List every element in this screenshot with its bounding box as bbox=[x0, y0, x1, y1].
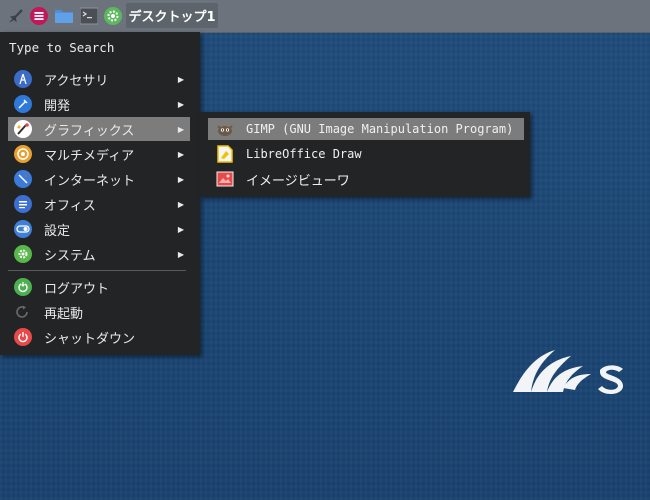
system-icon bbox=[14, 245, 32, 263]
menu-item-label: 再起動 bbox=[44, 306, 84, 322]
submenu-item-image-viewer[interactable]: イメージビューワ bbox=[208, 168, 524, 190]
menu-item-multimedia[interactable]: マルチメディア ▶ bbox=[8, 142, 190, 166]
internet-icon bbox=[14, 170, 32, 188]
menu-item-internet[interactable]: インターネット ▶ bbox=[8, 167, 190, 191]
image-viewer-icon bbox=[216, 170, 234, 188]
office-icon bbox=[14, 195, 32, 213]
submenu-arrow-icon: ▶ bbox=[177, 149, 184, 159]
menu-separator bbox=[8, 270, 186, 271]
submenu-arrow-icon: ▶ bbox=[177, 249, 184, 259]
submenu-item-label: LibreOffice Draw bbox=[246, 147, 362, 161]
settings-icon[interactable] bbox=[103, 6, 123, 26]
restart-icon bbox=[14, 303, 32, 321]
top-panel: デスクトップ1 bbox=[0, 0, 650, 33]
gimp-icon bbox=[216, 120, 234, 138]
multimedia-icon bbox=[14, 145, 32, 163]
menu-item-graphics[interactable]: グラフィックス ▶ bbox=[8, 117, 190, 141]
shutdown-icon bbox=[14, 328, 32, 346]
menu-item-label: 開発 bbox=[44, 98, 71, 114]
menu-item-system[interactable]: システム ▶ bbox=[8, 242, 190, 266]
menu-item-label: 設定 bbox=[44, 223, 71, 239]
menu-item-label: システム bbox=[44, 248, 96, 264]
desktop-logo bbox=[505, 342, 650, 402]
menu-item-label: シャットダウン bbox=[44, 331, 136, 347]
development-icon bbox=[14, 95, 32, 113]
menu-item-restart[interactable]: 再起動 bbox=[8, 300, 190, 324]
menu-item-label: インターネット bbox=[44, 173, 136, 189]
menu-item-logout[interactable]: ログアウト bbox=[8, 275, 190, 299]
libreoffice-draw-icon bbox=[216, 145, 234, 163]
workspace-switcher[interactable]: デスクトップ1 bbox=[126, 3, 218, 28]
search-field[interactable]: Type to Search bbox=[9, 40, 114, 55]
submenu-item-label: GIMP (GNU Image Manipulation Program) bbox=[246, 122, 514, 136]
menu-item-accessories[interactable]: アクセサリ ▶ bbox=[8, 67, 190, 91]
submenu-item-libreoffice-draw[interactable]: LibreOffice Draw bbox=[208, 143, 524, 165]
settings-toggle-icon bbox=[14, 220, 32, 238]
menu-item-label: グラフィックス bbox=[44, 123, 135, 139]
application-menu: Type to Search アクセサリ ▶ 開発 ▶ グラフィックス ▶ マル… bbox=[0, 32, 200, 355]
submenu-arrow-icon: ▶ bbox=[177, 99, 184, 109]
submenu-arrow-icon: ▶ bbox=[177, 199, 184, 209]
terminal-icon[interactable] bbox=[79, 6, 99, 26]
menu-item-label: ログアウト bbox=[44, 281, 110, 297]
graphics-icon bbox=[14, 120, 32, 138]
rocket-icon[interactable] bbox=[6, 6, 26, 26]
menu-item-label: マルチメディア bbox=[44, 148, 135, 164]
submenu-arrow-icon: ▶ bbox=[177, 124, 184, 134]
logout-icon bbox=[14, 278, 32, 296]
accessories-icon bbox=[14, 70, 32, 88]
submenu-item-gimp[interactable]: GIMP (GNU Image Manipulation Program) bbox=[208, 118, 524, 140]
menu-item-development[interactable]: 開発 ▶ bbox=[8, 92, 190, 116]
menu-item-label: アクセサリ bbox=[44, 73, 109, 89]
submenu-arrow-icon: ▶ bbox=[177, 224, 184, 234]
submenu-arrow-icon: ▶ bbox=[177, 74, 184, 84]
menu-item-settings[interactable]: 設定 ▶ bbox=[8, 217, 190, 241]
menu-item-office[interactable]: オフィス ▶ bbox=[8, 192, 190, 216]
folder-icon[interactable] bbox=[54, 6, 74, 26]
submenu-item-label: イメージビューワ bbox=[246, 173, 350, 189]
menu-icon[interactable] bbox=[29, 6, 49, 26]
graphics-submenu: GIMP (GNU Image Manipulation Program) Li… bbox=[200, 112, 530, 197]
submenu-arrow-icon: ▶ bbox=[177, 174, 184, 184]
menu-item-shutdown[interactable]: シャットダウン bbox=[8, 325, 190, 349]
menu-item-label: オフィス bbox=[44, 198, 96, 214]
